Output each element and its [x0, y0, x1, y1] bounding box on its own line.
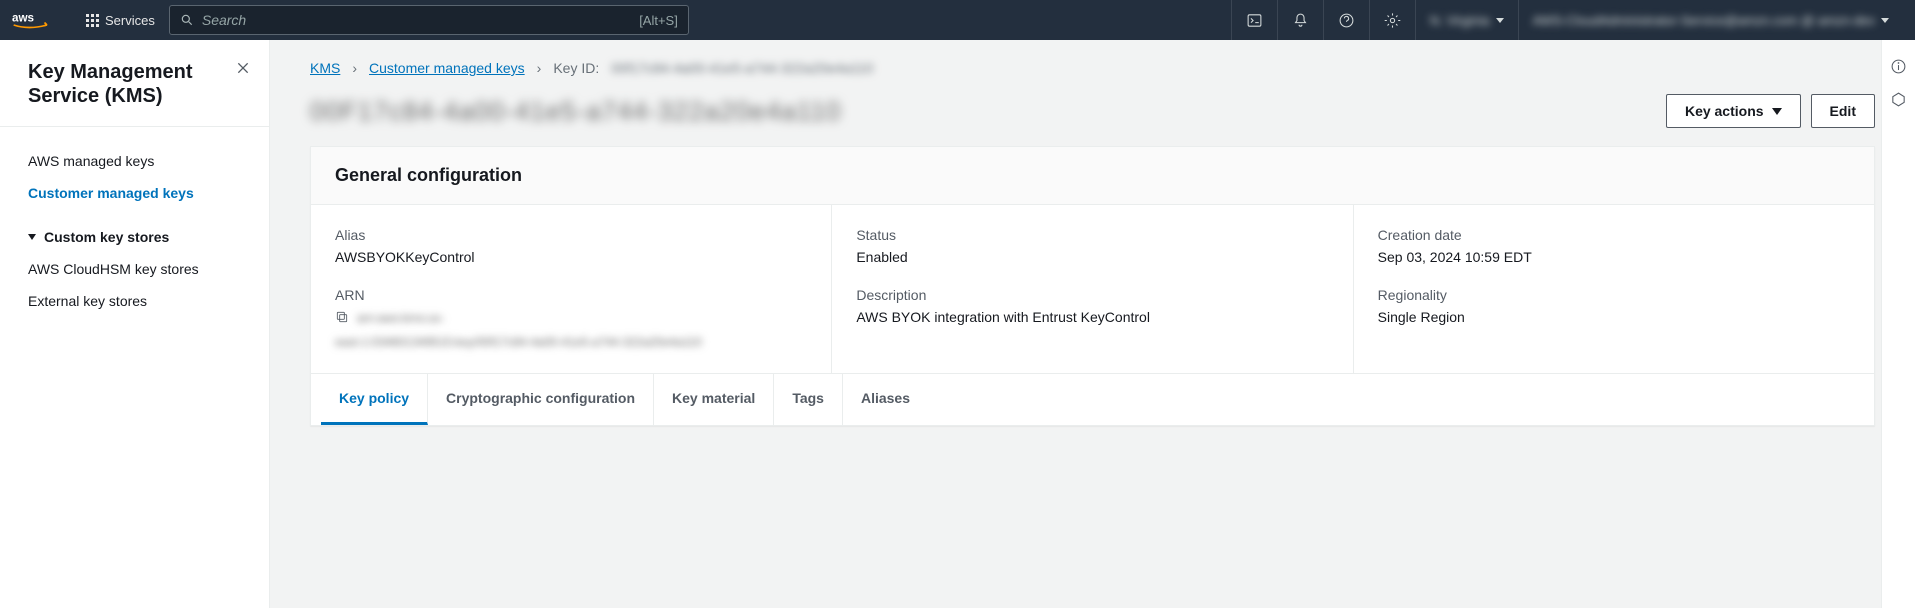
sidebar-header: Key Management Service (KMS) [0, 40, 269, 127]
search-bar[interactable]: [Alt+S] [169, 5, 689, 35]
creation-date-value: Sep 03, 2024 10:59 EDT [1378, 249, 1850, 265]
sidebar-item-customer-managed-keys[interactable]: Customer managed keys [0, 177, 269, 209]
arn-label: ARN [335, 287, 807, 303]
regionality-label: Regionality [1378, 287, 1850, 303]
close-icon [235, 60, 251, 76]
help-icon [1338, 12, 1355, 29]
main-content: KMS › Customer managed keys › Key ID: 00… [270, 40, 1915, 608]
panel-col-1: Alias AWSBYOKKeyControl ARN arn:aws:kms:… [311, 205, 832, 373]
caret-down-icon [1881, 18, 1889, 23]
topnav-right: N. Virginia AWS-CloudAdministrator-Servi… [1231, 0, 1903, 40]
caret-down-icon [1772, 108, 1782, 115]
settings-button[interactable] [1369, 0, 1415, 40]
creation-date-label: Creation date [1378, 227, 1850, 243]
alias-value: AWSBYOKKeyControl [335, 249, 807, 265]
panel-header: General configuration [311, 147, 1874, 205]
search-input[interactable] [202, 12, 639, 28]
regionality-value: Single Region [1378, 309, 1850, 325]
caret-down-icon [1496, 18, 1504, 23]
info-icon[interactable] [1890, 58, 1907, 75]
general-configuration-panel: General configuration Alias AWSBYOKKeyCo… [310, 146, 1875, 426]
cloudshell-icon [1246, 12, 1263, 29]
tab-cryptographic-configuration[interactable]: Cryptographic configuration [428, 374, 654, 425]
sidebar-item-aws-managed-keys[interactable]: AWS managed keys [0, 145, 269, 177]
grid-icon [86, 14, 99, 27]
chevron-down-icon [28, 234, 36, 240]
account-selector[interactable]: AWS-CloudAdministrator-Service@amzn.com … [1518, 0, 1903, 40]
sidebar-title: Key Management Service (KMS) [28, 60, 235, 108]
page-layout: Key Management Service (KMS) AWS managed… [0, 40, 1915, 608]
title-row: 00F17c84-4a00-41e5-a744-322a20e4a110 Key… [310, 94, 1875, 128]
bell-icon [1292, 12, 1309, 29]
tabs: Key policy Cryptographic configuration K… [311, 373, 1874, 425]
panel-title: General configuration [335, 165, 1850, 186]
sidebar: Key Management Service (KMS) AWS managed… [0, 40, 270, 608]
panel-col-2: Status Enabled Description AWS BYOK inte… [832, 205, 1353, 373]
sidebar-nav: AWS managed keys Customer managed keys C… [0, 127, 269, 335]
region-label: N. Virginia [1430, 13, 1490, 28]
chevron-right-icon: › [352, 60, 357, 76]
gear-icon [1384, 12, 1401, 29]
chevron-right-icon: › [537, 60, 542, 76]
cloudshell-button[interactable] [1231, 0, 1277, 40]
sidebar-group-custom-key-stores[interactable]: Custom key stores [0, 209, 269, 253]
arn-value-short: arn:aws:kms:us- [357, 309, 444, 327]
services-label: Services [105, 13, 155, 28]
help-button[interactable] [1323, 0, 1369, 40]
action-buttons: Key actions Edit [1666, 94, 1875, 128]
top-navbar: aws Services [Alt+S] N. Virginia AWS-Clo… [0, 0, 1915, 40]
breadcrumb-customer-managed-keys[interactable]: Customer managed keys [369, 60, 525, 76]
description-label: Description [856, 287, 1328, 303]
copy-arn-button[interactable] [335, 310, 349, 327]
edit-button[interactable]: Edit [1811, 94, 1875, 128]
region-selector[interactable]: N. Virginia [1415, 0, 1518, 40]
breadcrumb-kms[interactable]: KMS [310, 60, 340, 76]
breadcrumb-key-id-label: Key ID: [553, 60, 599, 76]
services-menu-button[interactable]: Services [76, 0, 165, 40]
hexagon-icon[interactable] [1890, 91, 1907, 108]
tab-aliases[interactable]: Aliases [843, 374, 928, 425]
notifications-button[interactable] [1277, 0, 1323, 40]
status-label: Status [856, 227, 1328, 243]
right-rail [1881, 40, 1915, 608]
tab-key-policy[interactable]: Key policy [321, 374, 428, 425]
sidebar-group-label: Custom key stores [44, 229, 169, 245]
breadcrumb-key-id-value: 00f17c84-4a00-41e5-a744-322a20e4a110 [611, 60, 873, 76]
sidebar-item-cloudhsm-key-stores[interactable]: AWS CloudHSM key stores [0, 253, 269, 285]
page-title: 00F17c84-4a00-41e5-a744-322a20e4a110 [310, 96, 841, 127]
edit-label: Edit [1830, 103, 1856, 119]
description-value: AWS BYOK integration with Entrust KeyCon… [856, 309, 1328, 325]
account-label: AWS-CloudAdministrator-Service@amzn.com … [1533, 13, 1875, 28]
aws-logo[interactable]: aws [12, 10, 62, 30]
panel-body: Alias AWSBYOKKeyControl ARN arn:aws:kms:… [311, 205, 1874, 373]
key-actions-label: Key actions [1685, 103, 1764, 119]
copy-icon [335, 310, 349, 324]
tab-key-material[interactable]: Key material [654, 374, 774, 425]
search-icon [180, 13, 194, 27]
search-shortcut: [Alt+S] [639, 13, 678, 28]
sidebar-close-button[interactable] [235, 60, 251, 79]
tab-tags[interactable]: Tags [774, 374, 843, 425]
svg-text:aws: aws [12, 12, 34, 25]
status-value: Enabled [856, 249, 1328, 265]
breadcrumb: KMS › Customer managed keys › Key ID: 00… [310, 60, 1875, 76]
key-actions-button[interactable]: Key actions [1666, 94, 1801, 128]
sidebar-item-external-key-stores[interactable]: External key stores [0, 285, 269, 317]
panel-col-3: Creation date Sep 03, 2024 10:59 EDT Reg… [1354, 205, 1874, 373]
arn-value: east-1:034601349515:key/00f17c84-4a00-41… [335, 333, 807, 351]
alias-label: Alias [335, 227, 807, 243]
